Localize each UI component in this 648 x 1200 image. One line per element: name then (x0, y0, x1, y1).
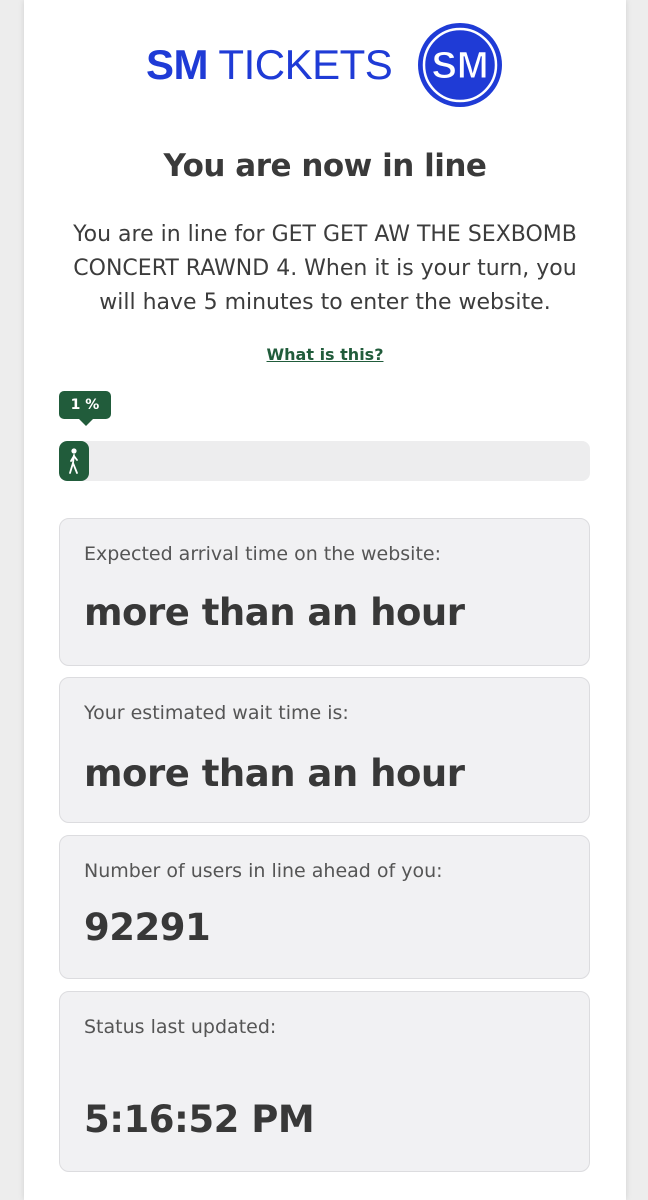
arrival-time-card: Expected arrival time on the website: mo… (59, 518, 590, 666)
queue-progress-fill (59, 441, 89, 481)
wait-time-card: Your estimated wait time is: more than a… (59, 677, 590, 823)
brand-sm-text: SM (146, 41, 209, 88)
users-ahead-card: Number of users in line ahead of you: 92… (59, 835, 590, 979)
wait-time-value: more than an hour (84, 752, 465, 795)
arrival-time-label: Expected arrival time on the website: (84, 543, 442, 565)
last-updated-value: 5:16:52 PM (84, 1098, 315, 1141)
header: SM TICKETS SM (24, 22, 626, 108)
sm-logo-icon: SM (418, 23, 502, 107)
last-updated-card: Status last updated: 5:16:52 PM (59, 991, 590, 1172)
queue-progress-bar (59, 441, 590, 481)
page-title: You are now in line (163, 148, 487, 184)
queue-page: SM TICKETS SM You are now in line You ar… (24, 0, 626, 1200)
last-updated-label: Status last updated: (84, 1016, 277, 1038)
progress-percent-badge: 1 % (59, 391, 111, 426)
brand-tickets-text: TICKETS (218, 41, 393, 88)
sm-tickets-wordmark: SM TICKETS (146, 41, 393, 88)
queue-description: You are in line for GET GET AW THE SEXBO… (73, 222, 577, 315)
wait-time-label: Your estimated wait time is: (84, 702, 349, 724)
what-is-this-link[interactable]: What is this? (24, 345, 626, 364)
users-ahead-value: 92291 (84, 906, 211, 949)
users-ahead-label: Number of users in line ahead of you: (84, 860, 443, 882)
walking-person-icon (69, 448, 78, 474)
arrival-time-value: more than an hour (84, 591, 465, 634)
svg-text:SM: SM (432, 45, 489, 87)
